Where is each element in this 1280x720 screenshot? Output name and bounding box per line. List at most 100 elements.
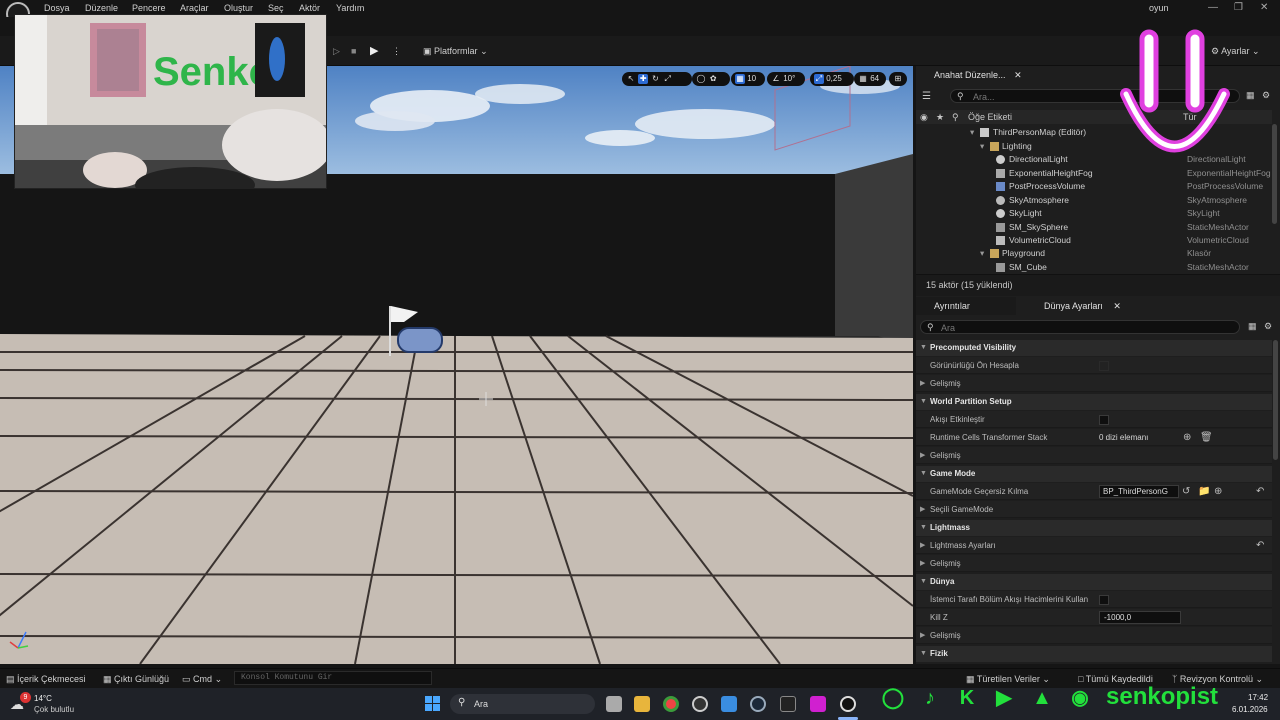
menu-tools[interactable]: Araçlar: [180, 3, 209, 13]
play-options-icon[interactable]: ⋮: [392, 43, 401, 59]
settings-icon[interactable]: ⚙: [1262, 90, 1270, 101]
expand-icon[interactable]: ▾: [980, 140, 984, 153]
select-icon[interactable]: ↖: [626, 74, 636, 84]
tree-row[interactable]: SkyAtmosphere SkyAtmosphere: [916, 194, 1272, 207]
world-icon[interactable]: ◯: [696, 74, 706, 84]
epic-games-icon[interactable]: [780, 696, 796, 712]
prop-label: GameMode Geçersiz Kılma: [930, 487, 1029, 496]
restore-icon[interactable]: ❐: [1234, 2, 1243, 13]
menu-create[interactable]: Oluştur: [224, 3, 253, 13]
menu-help[interactable]: Yardım: [336, 3, 364, 13]
close-tab-icon[interactable]: ✕: [1113, 301, 1121, 311]
menu-file[interactable]: Dosya: [44, 3, 70, 13]
add-folder-icon[interactable]: ▦: [1246, 90, 1255, 101]
reset-icon[interactable]: ↶: [1256, 483, 1264, 500]
enable-streaming-checkbox[interactable]: [1099, 415, 1109, 425]
grid-snap[interactable]: ▦ 10: [731, 72, 765, 86]
tree-row[interactable]: SkyLight SkyLight: [916, 207, 1272, 220]
taskbar-search[interactable]: ⚲ Ara: [450, 694, 595, 714]
section-world[interactable]: ▼ Dünya: [916, 574, 1272, 590]
menu-edit[interactable]: Düzenle: [85, 3, 118, 13]
advanced-row[interactable]: ▶ Gelişmiş: [916, 447, 1272, 464]
menu-window[interactable]: Pencere: [132, 3, 166, 13]
cloud: [635, 109, 775, 139]
selected-gamemode-row[interactable]: ▶ Seçili GameMode: [916, 501, 1272, 518]
lightmass-settings-row[interactable]: ▶ Lightmass Ayarları ↶: [916, 537, 1272, 554]
steam-icon[interactable]: [750, 696, 766, 712]
tree-row[interactable]: ▾ Playground Klasör: [916, 247, 1272, 260]
tree-row[interactable]: ExponentialHeightFog ExponentialHeightFo…: [916, 167, 1272, 180]
precompute-vis-checkbox[interactable]: [1099, 361, 1109, 371]
section-precomputed[interactable]: ▼ Precomputed Visibility: [916, 340, 1272, 356]
unreal-engine-icon[interactable]: [840, 696, 856, 712]
advanced-row[interactable]: ▶ Gelişmiş: [916, 627, 1272, 644]
folder-icon[interactable]: 📁: [1198, 483, 1210, 500]
expand-icon[interactable]: ▾: [980, 247, 984, 260]
kill-z-input[interactable]: -1000,0: [1099, 611, 1181, 624]
browse-icon[interactable]: ↺: [1182, 483, 1190, 500]
store-icon[interactable]: [721, 696, 737, 712]
settings-icon[interactable]: ⚙: [1264, 321, 1272, 332]
details-scrollbar[interactable]: [1273, 340, 1278, 460]
trash-icon[interactable]: 🗑: [1200, 429, 1213, 446]
eye-icon[interactable]: ◉: [920, 112, 928, 123]
windows-start-icon[interactable]: [425, 696, 441, 712]
rotation-snap[interactable]: ∠ 10°: [767, 72, 805, 86]
tree-row[interactable]: SM_SkySphere StaticMeshActor: [916, 221, 1272, 234]
close-tab-icon[interactable]: ✕: [1014, 70, 1022, 80]
table-view-icon[interactable]: ▦: [1248, 321, 1257, 332]
scale-icon[interactable]: ⤢: [663, 74, 673, 84]
weather-widget[interactable]: ☁ 9: [10, 692, 34, 716]
section-lightmass[interactable]: ▼ Lightmass: [916, 520, 1272, 536]
cmd-dropdown[interactable]: ▭ Cmd ⌄: [182, 673, 222, 685]
stop-icon[interactable]: ■: [351, 43, 356, 59]
gamemode-dropdown[interactable]: BP_ThirdPersonG: [1099, 485, 1179, 498]
menu-actor[interactable]: Aktör: [299, 3, 320, 13]
client-side-checkbox[interactable]: [1099, 595, 1109, 605]
step-icon[interactable]: ▷: [333, 43, 340, 59]
tab-world-settings[interactable]: Dünya Ayarları ✕: [1026, 297, 1128, 315]
tab-details[interactable]: Ayrıntılar: [916, 297, 1016, 315]
surface-snap-icon[interactable]: ✿: [708, 74, 718, 84]
tree-row[interactable]: VolumetricCloud VolumetricCloud: [916, 234, 1272, 247]
output-log-button[interactable]: ▦ Çıktı Günlüğü: [103, 673, 169, 685]
reset-icon[interactable]: ↶: [1256, 537, 1264, 554]
tab-outliner[interactable]: Anahat Düzenle... ✕: [916, 66, 1026, 84]
layout-button[interactable]: ⊞: [889, 72, 907, 86]
transform-tools: ↖ ✚ ↻ ⤢: [622, 72, 692, 86]
scale-snap[interactable]: ⤢ 0,25: [810, 72, 854, 86]
item-label-column[interactable]: Öğe Etiketi: [968, 112, 1012, 122]
play-icon[interactable]: ▶: [370, 43, 378, 59]
camera-speed[interactable]: ▦ 64: [854, 72, 886, 86]
section-physics[interactable]: ▼ Fizik: [916, 646, 1272, 662]
app-icon[interactable]: [810, 696, 826, 712]
menu-select[interactable]: Seç: [268, 3, 284, 13]
move-icon[interactable]: ✚: [638, 73, 649, 84]
details-search[interactable]: ⚲ Ara: [920, 320, 1240, 334]
task-view-icon[interactable]: [606, 696, 622, 712]
platforms-button[interactable]: ▣ Platformlar ⌄: [423, 43, 488, 59]
pin-icon[interactable]: ⚲: [952, 112, 959, 123]
section-game-mode[interactable]: ▼ Game Mode: [916, 466, 1272, 482]
console-input[interactable]: Konsol Komutunu Gir: [234, 671, 432, 685]
advanced-row[interactable]: ▶ Gelişmiş: [916, 375, 1272, 392]
tree-row[interactable]: PostProcessVolume PostProcessVolume: [916, 180, 1272, 193]
file-explorer-icon[interactable]: [634, 696, 650, 712]
chrome-icon[interactable]: [663, 696, 679, 712]
outliner-scrollbar[interactable]: [1272, 124, 1277, 224]
advanced-row[interactable]: ▶ Gelişmiş: [916, 555, 1272, 572]
close-window-icon[interactable]: ✕: [1260, 2, 1268, 13]
minimize-icon[interactable]: —: [1208, 2, 1218, 13]
add-element-icon[interactable]: ⊕: [1183, 429, 1191, 446]
add-icon[interactable]: ⊕: [1214, 483, 1222, 500]
section-world-partition[interactable]: ▼ World Partition Setup: [916, 394, 1272, 410]
gamepad-icon[interactable]: [397, 327, 443, 353]
tree-row[interactable]: SM_Cube StaticMeshActor: [916, 261, 1272, 274]
rotate-icon[interactable]: ↻: [650, 74, 660, 84]
github-icon[interactable]: [692, 696, 708, 712]
prop-label: Gelişmiş: [930, 631, 961, 640]
expand-icon[interactable]: ▾: [970, 126, 974, 139]
filter-icon[interactable]: ☰: [922, 91, 931, 102]
star-icon[interactable]: ★: [936, 112, 944, 123]
content-drawer-button[interactable]: ▤ İçerik Çekmecesi: [6, 673, 86, 685]
